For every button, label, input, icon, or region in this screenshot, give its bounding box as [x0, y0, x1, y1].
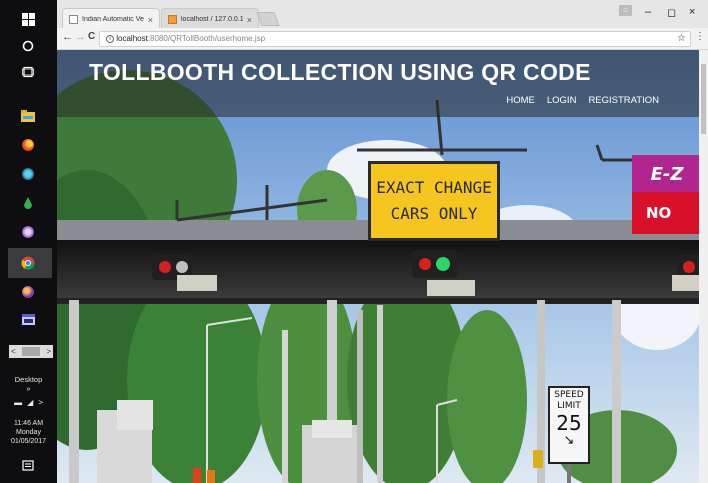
- purple-app-icon[interactable]: [18, 222, 38, 242]
- clock-time[interactable]: 11:46 AM: [0, 419, 57, 428]
- clock-day[interactable]: Monday: [0, 428, 57, 437]
- forward-button[interactable]: →: [75, 31, 86, 43]
- page-scroll-thumb[interactable]: [701, 64, 706, 134]
- speed-limit-sign: SPEED LIMIT 25 ↘: [548, 386, 590, 464]
- back-button[interactable]: ←: [62, 31, 73, 43]
- exact-change-sign: EXACT CHANGE CARS ONLY: [368, 161, 500, 241]
- tab-close-icon[interactable]: ×: [148, 15, 153, 25]
- scroll-right-icon[interactable]: >: [46, 347, 51, 356]
- tab-title: localhost / 127.0.0.1 | ph: [181, 16, 243, 23]
- clock-date[interactable]: 01/05/2017: [0, 437, 57, 446]
- exact-change-line1: EXACT CHANGE: [376, 178, 492, 197]
- speed-arrow-icon: ↘: [563, 433, 575, 448]
- cortana-search-icon[interactable]: [18, 36, 38, 56]
- speed-text: SPEED: [554, 390, 584, 400]
- nav-login-link[interactable]: LOGIN: [547, 95, 577, 106]
- battery-icon[interactable]: ▬: [14, 398, 22, 407]
- profile-icon[interactable]: ⌂: [619, 5, 632, 16]
- address-bar[interactable]: i localhost:8080/QRTollBooth/userhome.js…: [99, 31, 691, 47]
- taskbar-scrollbar[interactable]: < >: [9, 345, 53, 358]
- action-center-icon[interactable]: [18, 456, 38, 476]
- speed-value: 25: [556, 411, 582, 435]
- tab-title: Indian Automatic Vehicle: [82, 16, 144, 23]
- system-tray: ▬ ◢ >: [0, 398, 57, 407]
- nav-registration-link[interactable]: REGISTRATION: [588, 95, 659, 106]
- chrome-menu-icon[interactable]: ⋮: [695, 31, 705, 42]
- page-scrollbar[interactable]: [699, 50, 708, 483]
- browser-toolbar: ← → C i localhost:8080/QRTollBooth/userh…: [57, 28, 708, 50]
- no-sign: NO: [632, 192, 699, 234]
- screen: < > Desktop » ▬ ◢ > 11:46 AM Monday 01/0…: [0, 0, 708, 483]
- media-app-icon[interactable]: [18, 282, 38, 302]
- ezpass-sign: E-Z: [632, 155, 699, 193]
- tab-phpmyadmin[interactable]: localhost / 127.0.0.1 | ph ×: [161, 8, 259, 30]
- phpmyadmin-favicon-icon: [168, 15, 177, 24]
- green-drop-app-icon[interactable]: [18, 193, 38, 213]
- windows-taskbar: < > Desktop » ▬ ◢ > 11:46 AM Monday 01/0…: [0, 0, 57, 483]
- page-viewport: EXACT CHANGE CARS ONLY E-Z NO SPEED LIMI…: [57, 50, 699, 483]
- maximize-button[interactable]: ◻: [667, 6, 676, 19]
- close-window-button[interactable]: ×: [689, 6, 695, 18]
- browser-window: Indian Automatic Vehicle × localhost / 1…: [57, 0, 708, 483]
- tab-close-icon[interactable]: ×: [247, 15, 252, 25]
- tray-expand-icon[interactable]: >: [38, 398, 43, 407]
- tab-strip: Indian Automatic Vehicle × localhost / 1…: [57, 0, 708, 30]
- url-path: :8080/QRTollBooth/userhome.jsp: [147, 34, 266, 43]
- nav-home-link[interactable]: HOME: [506, 95, 535, 106]
- exact-change-line2: CARS ONLY: [390, 204, 478, 223]
- file-explorer-icon[interactable]: [18, 106, 38, 126]
- task-view-icon[interactable]: [18, 62, 38, 82]
- desktop-chevron-icon[interactable]: »: [0, 385, 57, 394]
- page-favicon-icon: [69, 15, 78, 24]
- desktop-toolbar-label[interactable]: Desktop: [0, 375, 57, 384]
- site-title: TOLLBOOTH COLLECTION USING QR CODE: [89, 59, 591, 85]
- new-tab-button[interactable]: [256, 12, 280, 26]
- ezpass-text: E-Z: [650, 163, 684, 185]
- reload-button[interactable]: C: [88, 31, 95, 42]
- site-nav: HOME LOGIN REGISTRATION: [506, 95, 659, 106]
- app-window-icon[interactable]: [18, 309, 38, 329]
- windows-start-icon[interactable]: [18, 9, 38, 29]
- bookmark-star-icon[interactable]: ☆: [677, 32, 686, 46]
- info-icon[interactable]: i: [106, 34, 114, 43]
- url-host: localhost: [116, 34, 148, 43]
- site-header: TOLLBOOTH COLLECTION USING QR CODE HOME …: [57, 50, 699, 117]
- firefox-icon[interactable]: [18, 135, 38, 155]
- network-app-icon[interactable]: [18, 164, 38, 184]
- minimize-button[interactable]: –: [645, 6, 651, 18]
- tab-active[interactable]: Indian Automatic Vehicle ×: [62, 8, 160, 30]
- no-text: NO: [646, 204, 672, 222]
- taskbar-scroll-thumb[interactable]: [22, 347, 40, 356]
- scroll-left-icon[interactable]: <: [11, 347, 16, 356]
- wifi-icon[interactable]: ◢: [27, 398, 33, 407]
- chrome-icon[interactable]: [18, 253, 38, 273]
